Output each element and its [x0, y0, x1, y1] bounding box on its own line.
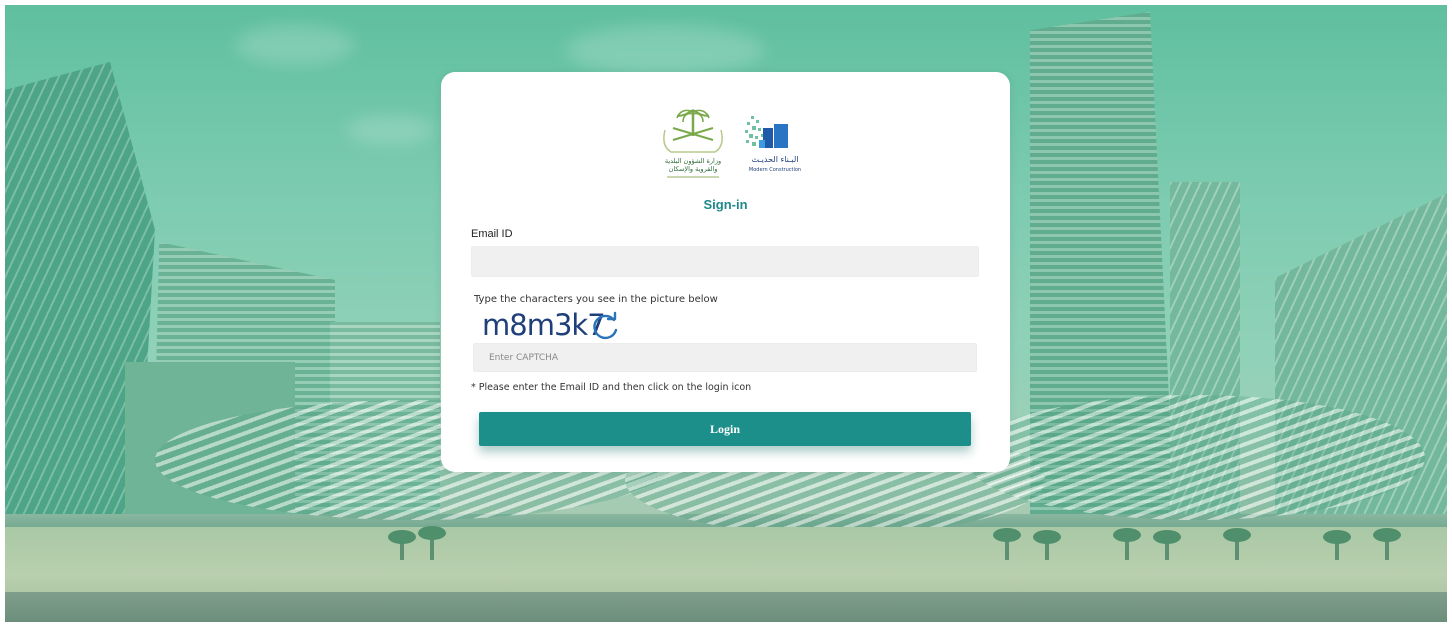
login-card: وزارة الشؤون البلدية والقروية والإسكان ا…	[441, 72, 1010, 472]
refresh-icon[interactable]	[588, 310, 622, 344]
ministry-logo-icon: وزارة الشؤون البلدية والقروية والإسكان	[663, 109, 723, 178]
svg-text:والقروية والإسكان: والقروية والإسكان	[669, 165, 718, 173]
svg-text:البـناء الحديـث: البـناء الحديـث	[751, 155, 798, 164]
svg-text:وزارة الشؤون البلدية: وزارة الشؤون البلدية	[665, 157, 721, 165]
svg-text:Modern Construction: Modern Construction	[749, 167, 801, 173]
captcha-instruction: Type the characters you see in the pictu…	[474, 294, 718, 305]
email-label: Email ID	[471, 228, 513, 240]
captcha-image: m8m3k7	[482, 308, 606, 342]
login-button[interactable]: Login	[479, 412, 971, 446]
modern-construction-logo-icon: البـناء الحديـث Modern Construction	[745, 116, 801, 173]
logo-group: وزارة الشؤون البلدية والقروية والإسكان ا…	[655, 106, 805, 186]
email-field[interactable]	[471, 246, 979, 277]
login-note: * Please enter the Email ID and then cli…	[471, 382, 752, 393]
captcha-field[interactable]	[473, 343, 977, 372]
page-title: Sign-in	[703, 197, 748, 212]
